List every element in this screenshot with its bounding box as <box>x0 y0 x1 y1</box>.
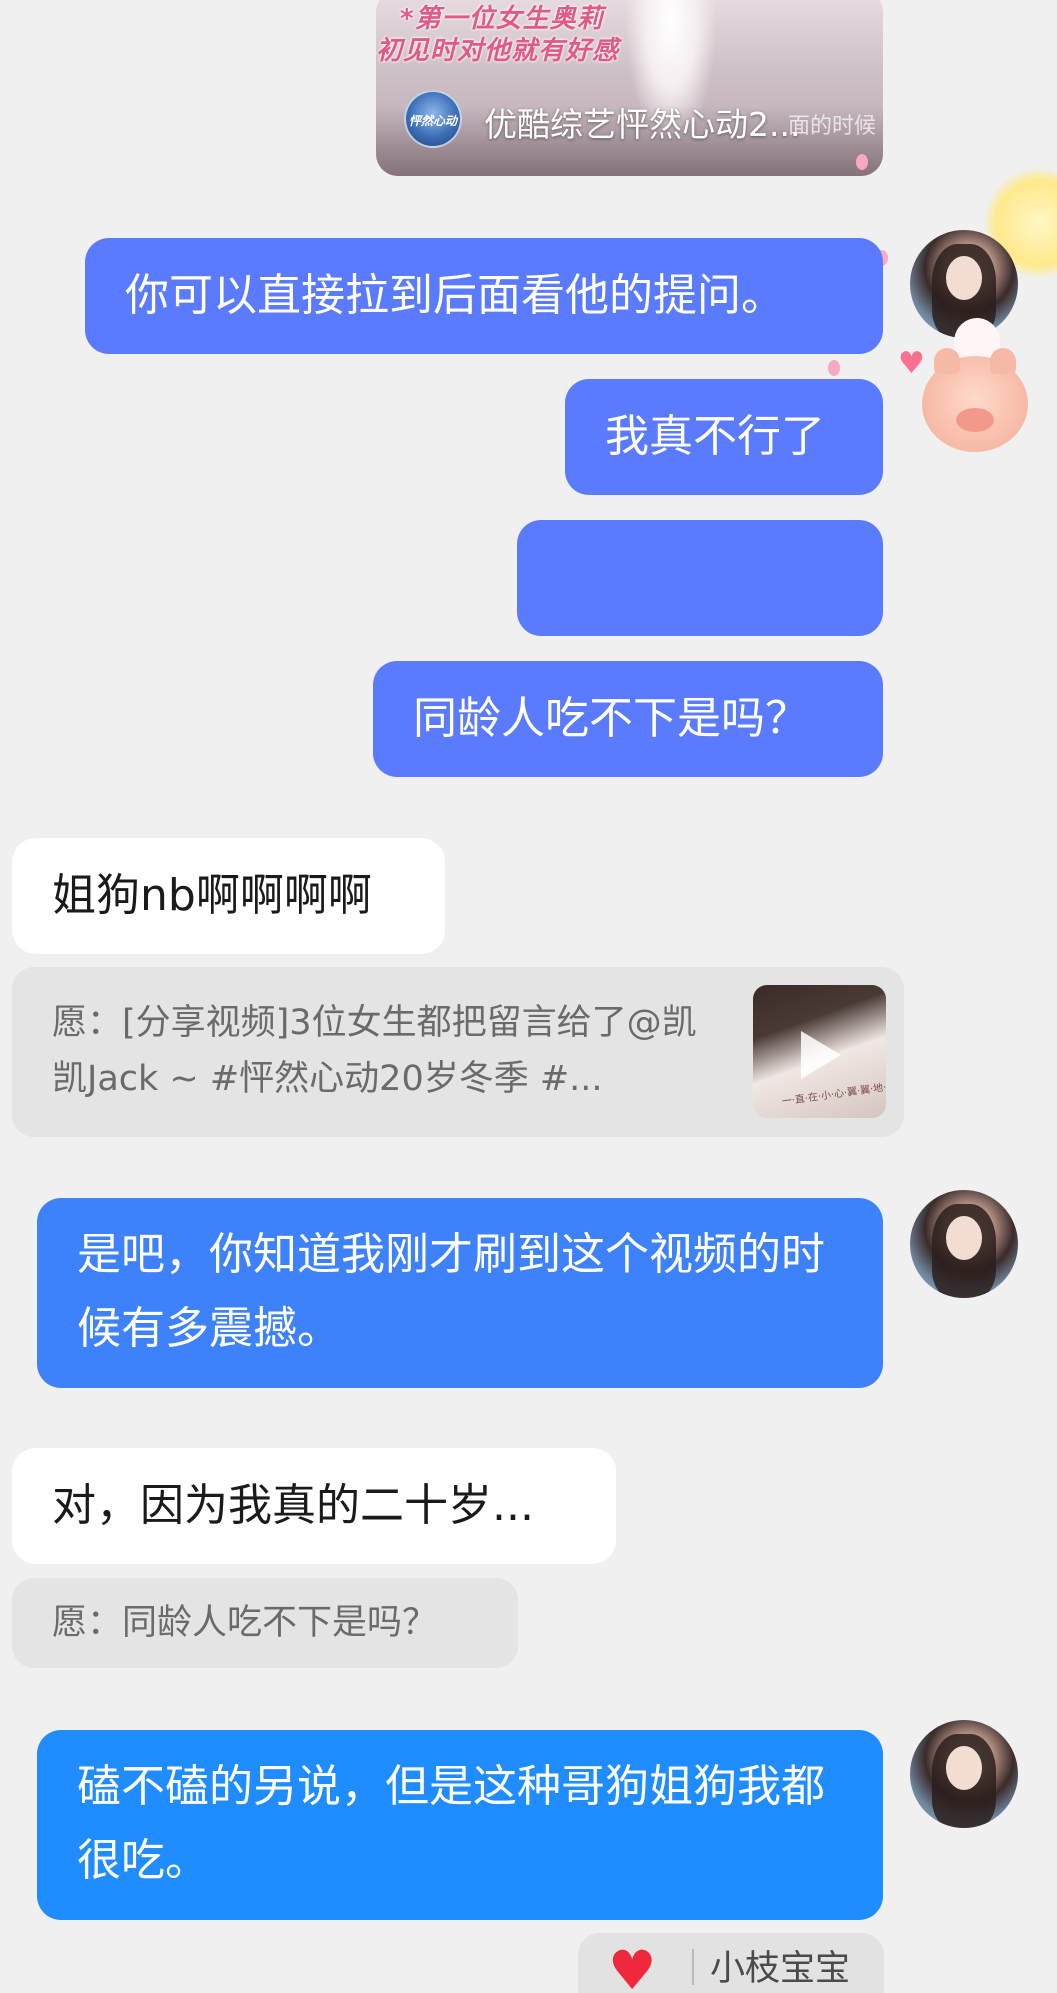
chat-screen: *第一位女生奥莉 初见时对他就有好感 怦然心动 优酷综艺怦然心动2... 面的时… <box>0 0 1057 1993</box>
avatar[interactable] <box>910 1720 1018 1828</box>
reaction-divider <box>692 1949 694 1985</box>
message-bubble-incoming[interactable]: 姐狗nb啊啊啊啊 <box>12 838 445 954</box>
video-caption-line-2: 初见时对他就有好感 <box>376 36 620 66</box>
shared-video-card[interactable]: *第一位女生奥莉 初见时对他就有好感 怦然心动 优酷综艺怦然心动2... 面的时… <box>376 0 883 176</box>
avatar-face <box>946 1216 982 1260</box>
pig-decoration-icon <box>922 348 1028 452</box>
reaction-pill[interactable]: ♥ 小枝宝宝 <box>578 1933 884 1993</box>
message-bubble-outgoing[interactable]: 同龄人吃不下是吗？ <box>373 661 883 777</box>
heart-decoration-icon: ♥ <box>898 346 925 381</box>
quoted-reply[interactable]: 愿：同龄人吃不下是吗？ <box>12 1578 518 1668</box>
message-bubble-outgoing[interactable]: 你可以直接拉到后面看他的提问。 <box>85 238 883 354</box>
reactor-name: 小枝宝宝 <box>710 1949 851 1989</box>
heart-icon: ♥ <box>608 1939 657 1993</box>
message-bubble-incoming[interactable]: 对，因为我真的二十岁... <box>12 1448 616 1564</box>
message-bubble-outgoing[interactable]: 是吧，你知道我刚才刷到这个视频的时候有多震撼。 <box>37 1198 883 1388</box>
pig-snout <box>956 408 994 432</box>
avatar-face <box>946 1746 982 1790</box>
avatar-face <box>946 256 982 300</box>
petal-decoration-icon <box>856 154 868 170</box>
pig-ear <box>990 348 1016 374</box>
message-bubble-outgoing[interactable]: 我真不行了 <box>565 379 883 495</box>
channel-avatar: 怦然心动 <box>404 90 462 148</box>
shared-video-thumbnail[interactable]: 一·直·在·小·心·翼·翼·地·看·着·你 <box>753 985 886 1118</box>
message-bubble-outgoing-blurred[interactable] <box>517 520 883 636</box>
play-icon <box>801 1031 841 1079</box>
message-bubble-outgoing[interactable]: 磕不磕的另说，但是这种哥狗姐狗我都很吃。 <box>37 1730 883 1920</box>
pig-ear <box>934 348 960 374</box>
channel-name: 优酷综艺怦然心动2... <box>484 105 801 144</box>
video-caption-tail: 面的时候 <box>788 114 877 139</box>
avatar[interactable] <box>910 1190 1018 1298</box>
petal-decoration-icon <box>828 360 840 376</box>
